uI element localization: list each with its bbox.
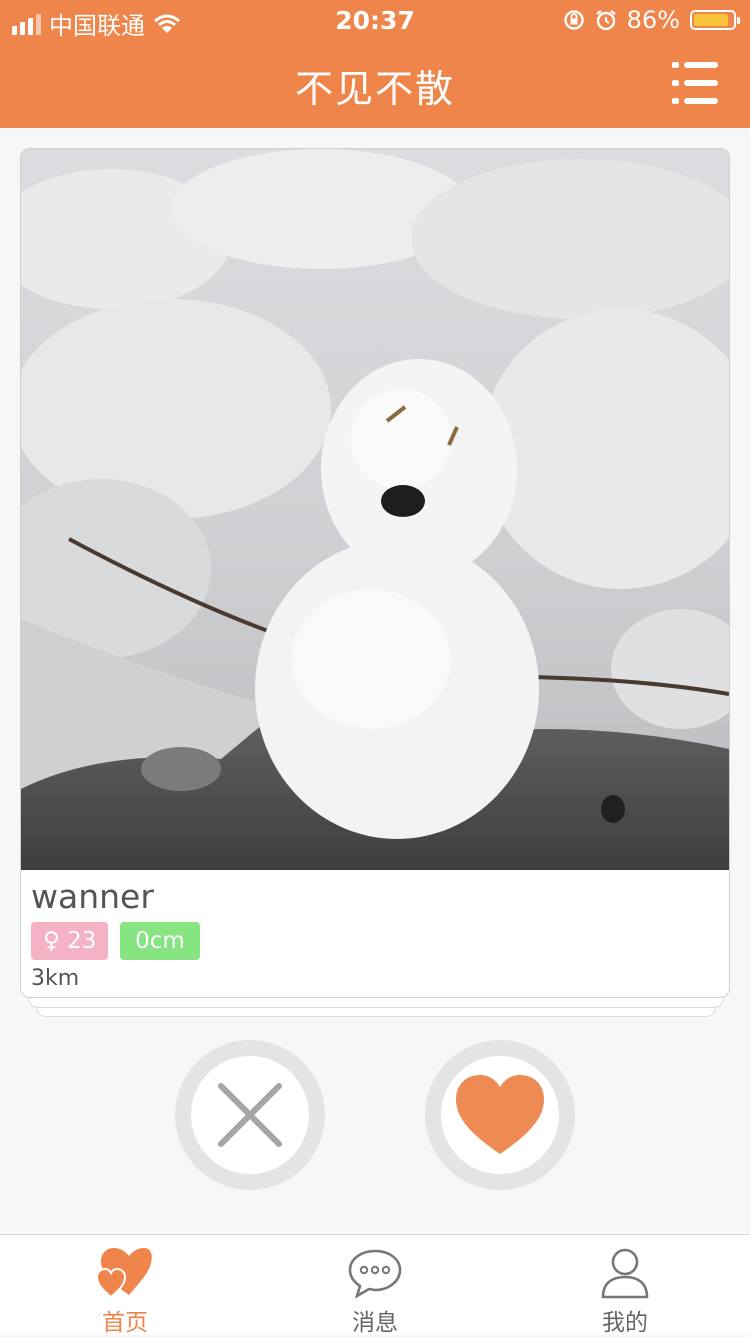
- gender-age-badge: ♀ 23: [31, 922, 109, 960]
- status-bar: 中国联通 20:37 86%: [0, 0, 750, 40]
- orientation-lock-icon: [563, 10, 584, 30]
- page-title: 不见不散: [294, 67, 455, 111]
- close-x-icon: [218, 1083, 282, 1147]
- top-bar: 中国联通 20:37 86% 不见不散: [0, 0, 750, 128]
- tab-profile[interactable]: 我的: [500, 1235, 750, 1336]
- dislike-button[interactable]: [175, 1040, 325, 1190]
- tab-bar: 首页 消息 我的: [0, 1234, 750, 1336]
- battery-icon: [690, 10, 740, 30]
- tab-messages[interactable]: 消息: [250, 1235, 500, 1336]
- like-button[interactable]: [425, 1040, 575, 1190]
- tab-profile-label: 我的: [602, 1310, 648, 1336]
- heart-icon: [456, 1075, 544, 1154]
- double-heart-icon: [97, 1248, 152, 1299]
- profile-name: wanner: [31, 877, 154, 916]
- tab-home[interactable]: 首页: [0, 1235, 250, 1336]
- tab-home-label: 首页: [102, 1310, 148, 1336]
- alarm-icon: [595, 10, 616, 31]
- height-badge: 0cm: [120, 922, 200, 960]
- person-icon: [601, 1248, 649, 1299]
- profile-photo[interactable]: [21, 149, 729, 870]
- distance-label: 3km: [31, 966, 80, 991]
- status-right: 86%: [563, 6, 740, 34]
- tab-messages-label: 消息: [352, 1310, 398, 1336]
- battery-percent: 86%: [626, 6, 680, 34]
- profile-card[interactable]: wanner ♀ 23 0cm 3km: [20, 148, 730, 998]
- chat-bubble-icon: [348, 1249, 402, 1299]
- list-icon[interactable]: [672, 62, 718, 104]
